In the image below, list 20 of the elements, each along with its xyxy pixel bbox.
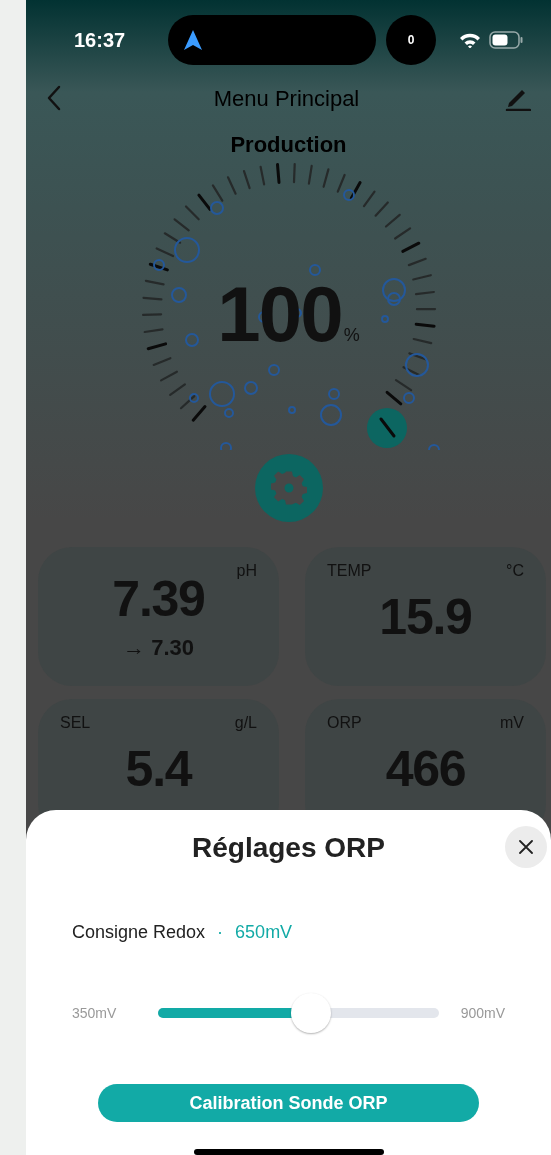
battery-icon xyxy=(489,31,523,49)
setpoint-label: Consigne Redox xyxy=(72,921,206,944)
close-button[interactable] xyxy=(505,826,547,868)
back-icon[interactable] xyxy=(46,85,62,111)
slider-min-label: 350mV xyxy=(72,1003,118,1023)
slider-thumb[interactable] xyxy=(290,993,331,1033)
status-time: 16:37 xyxy=(74,28,126,53)
activity-counter: 0 xyxy=(386,15,437,65)
wifi-icon xyxy=(459,32,481,48)
navigation-arrow-icon xyxy=(184,30,203,50)
screen-title: Menu Principal xyxy=(213,84,360,113)
settings-icon xyxy=(270,470,307,506)
production-value: 100 xyxy=(217,275,342,353)
calibration-button[interactable]: Calibration Sonde ORP xyxy=(98,1084,479,1122)
percent-unit: % xyxy=(343,324,360,347)
separator-dot: · xyxy=(217,921,224,944)
section-title: Production xyxy=(230,131,347,159)
slider-max-label: 900mV xyxy=(460,1003,505,1023)
close-icon xyxy=(519,840,533,854)
setpoint-value: 650mV xyxy=(235,921,293,944)
